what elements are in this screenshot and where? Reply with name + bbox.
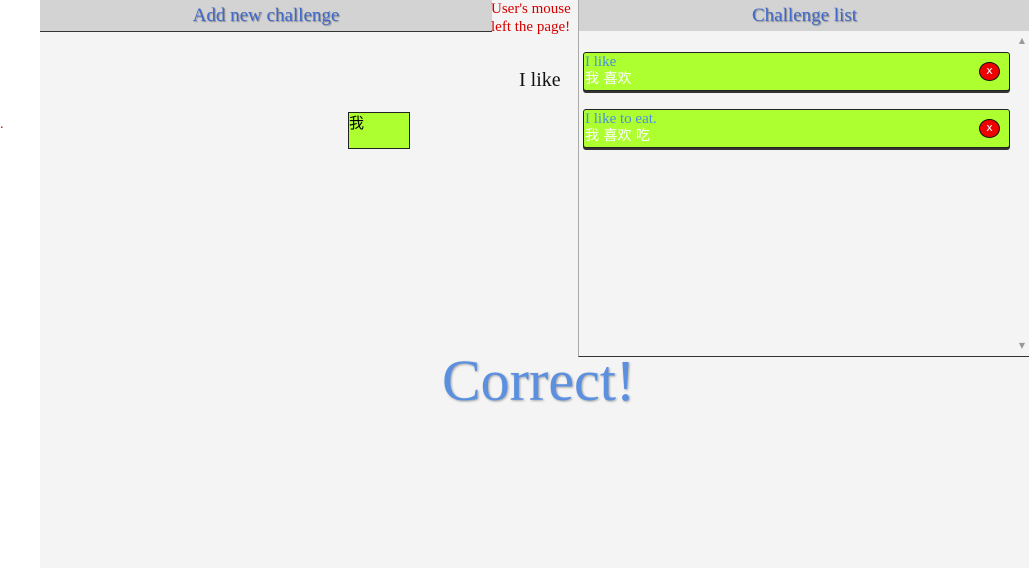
scroll-down-arrow-icon[interactable]: ▼ bbox=[1017, 341, 1027, 351]
result-message: Correct! bbox=[442, 348, 636, 413]
challenge-english: I like to eat. bbox=[585, 111, 657, 127]
answer-tile[interactable]: 我 bbox=[348, 112, 410, 149]
challenge-prompt: I like bbox=[519, 69, 561, 91]
challenge-chinese: 我 喜欢 吃 bbox=[585, 128, 650, 144]
challenge-card[interactable]: I like to eat. 我 喜欢 吃 x bbox=[583, 109, 1010, 148]
mouse-left-warning: User's mouse left the page! bbox=[491, 0, 581, 36]
challenge-list-header: Challenge list bbox=[579, 0, 1029, 31]
challenge-card[interactable]: I like 我 喜欢 x bbox=[583, 52, 1010, 91]
left-marker: . bbox=[0, 117, 4, 132]
mouse-warning-line1: User's mouse bbox=[491, 1, 571, 17]
challenge-list-panel[interactable]: Challenge list ▲ I like 我 喜欢 x I like to… bbox=[578, 0, 1029, 357]
mouse-warning-line2: left the page! bbox=[491, 19, 571, 35]
delete-challenge-button[interactable]: x bbox=[979, 62, 1000, 81]
delete-challenge-button[interactable]: x bbox=[979, 119, 1000, 138]
challenge-chinese: 我 喜欢 bbox=[585, 71, 632, 87]
scroll-up-arrow-icon[interactable]: ▲ bbox=[1017, 36, 1027, 46]
challenge-english: I like bbox=[585, 54, 617, 70]
add-challenge-header: Add new challenge bbox=[40, 0, 492, 32]
